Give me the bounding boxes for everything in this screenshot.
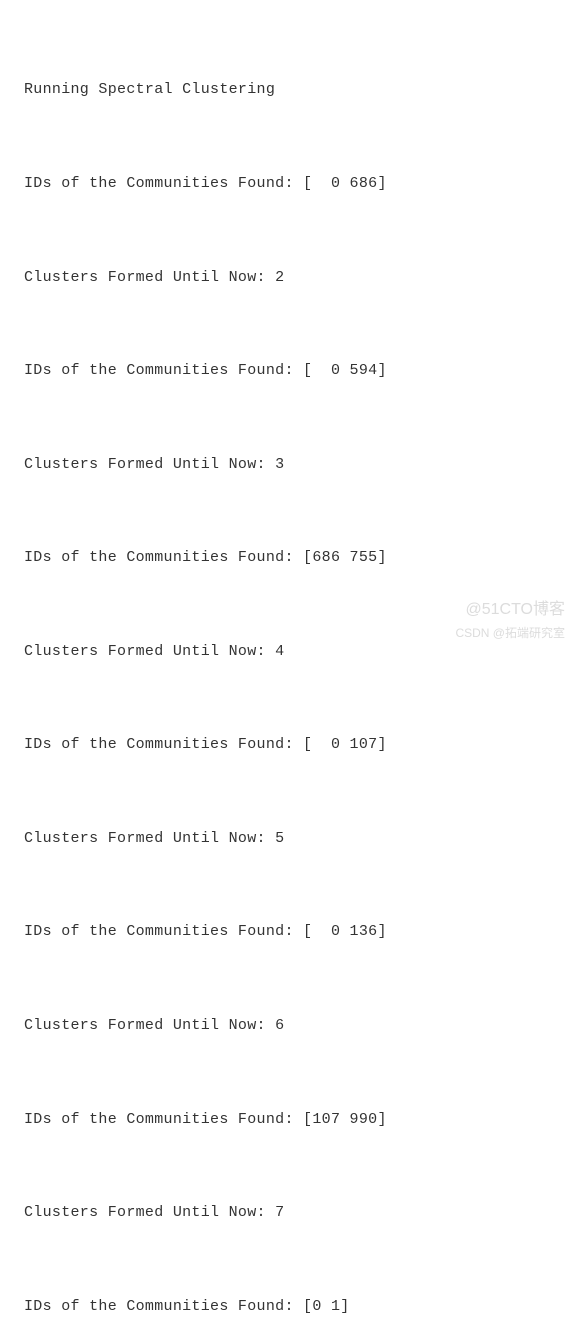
output-line: IDs of the Communities Found: [ 0 594] bbox=[24, 355, 553, 386]
output-line: Clusters Formed Until Now: 2 bbox=[24, 262, 553, 293]
output-line: Clusters Formed Until Now: 6 bbox=[24, 1010, 553, 1041]
output-line: Clusters Formed Until Now: 7 bbox=[24, 1197, 553, 1228]
output-line: Running Spectral Clustering bbox=[24, 74, 553, 105]
output-line: IDs of the Communities Found: [ 0 686] bbox=[24, 168, 553, 199]
output-line: IDs of the Communities Found: [107 990] bbox=[24, 1104, 553, 1135]
terminal-output: Running Spectral Clustering IDs of the C… bbox=[24, 12, 553, 1328]
output-line: Clusters Formed Until Now: 4 bbox=[24, 636, 553, 667]
output-line: IDs of the Communities Found: [ 0 107] bbox=[24, 729, 553, 760]
output-line: IDs of the Communities Found: [ 0 136] bbox=[24, 916, 553, 947]
output-line: IDs of the Communities Found: [686 755] bbox=[24, 542, 553, 573]
output-line: Clusters Formed Until Now: 5 bbox=[24, 823, 553, 854]
output-line: Clusters Formed Until Now: 3 bbox=[24, 449, 553, 480]
output-line: IDs of the Communities Found: [0 1] bbox=[24, 1291, 553, 1322]
